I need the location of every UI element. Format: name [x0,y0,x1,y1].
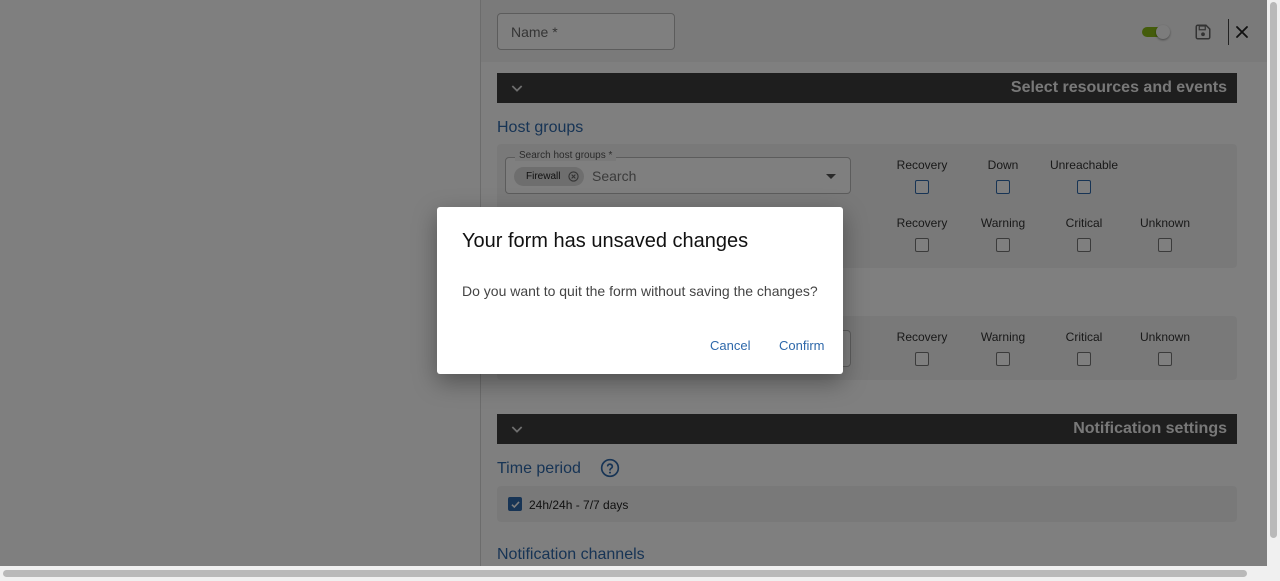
vertical-scrollbar-thumb[interactable] [1270,2,1277,538]
dialog-message: Do you want to quit the form without sav… [462,283,818,299]
vertical-scrollbar[interactable] [1267,0,1280,566]
unsaved-changes-dialog: Your form has unsaved changes Do you wan… [437,207,843,374]
cancel-button[interactable]: Cancel [710,338,750,353]
horizontal-scrollbar-thumb[interactable] [3,570,1247,577]
horizontal-scrollbar[interactable] [0,566,1280,581]
confirm-button[interactable]: Confirm [779,338,825,353]
dialog-title: Your form has unsaved changes [462,230,749,252]
